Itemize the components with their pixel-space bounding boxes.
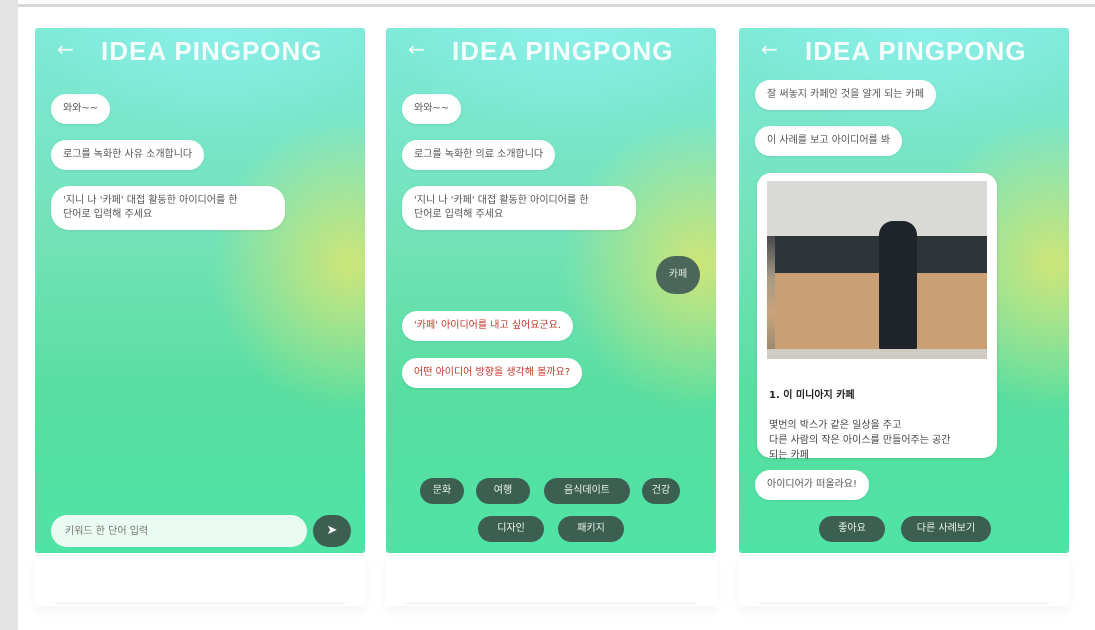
card-body: 몇번의 박스가 같은 일상을 주고 다른 사람의 작은 아이스를 만들어주는 공… [769, 420, 951, 461]
phone-shadow-2 [386, 555, 716, 606]
phone-screen-2: ← IDEA PINGPONG 와와~~ 로그를 녹화한 의료 소개합니다 '지… [386, 28, 716, 553]
case-card[interactable]: 1. 이 미니아지 카페 몇번의 박스가 같은 일상을 주고 다른 사람의 작은… [757, 173, 997, 461]
option-chip[interactable]: 여행 [476, 478, 530, 504]
screenshot-frame: ← IDEA PINGPONG 와와~~ 로그를 녹화한 사유 소개합니다 '지… [0, 0, 1095, 630]
app-title: IDEA PINGPONG [452, 36, 674, 66]
app-title: IDEA PINGPONG [805, 36, 1027, 66]
like-button[interactable]: 좋아요 [819, 516, 885, 542]
back-arrow-icon[interactable]: ← [408, 38, 428, 60]
option-chip[interactable]: 음식데이트 [544, 478, 630, 504]
app-title: IDEA PINGPONG [101, 36, 323, 66]
app-header: ← IDEA PINGPONG [386, 28, 716, 74]
bot-message: 아이디어가 떠올라요! [755, 470, 869, 500]
other-case-button[interactable]: 다른 사례보기 [901, 516, 991, 542]
app-header: ← IDEA PINGPONG [35, 28, 365, 74]
phone-shadow-3 [739, 555, 1069, 606]
left-border [0, 0, 18, 630]
bot-message: 로그를 녹화한 사유 소개합니다 [51, 140, 205, 170]
app-header: ← IDEA PINGPONG [739, 28, 1069, 74]
bot-message: 어떤 아이디어 방향을 생각해 볼까요? [402, 358, 583, 388]
bottom-divider [759, 603, 1049, 604]
send-icon: ➤ [326, 523, 338, 538]
bot-message: '지니 나 '카페' 대접 활동한 아이디어를 한 단어로 입력해 주세요 [402, 186, 636, 230]
bot-message: 와와~~ [51, 94, 111, 124]
top-divider [18, 4, 1095, 7]
option-chip[interactable]: 디자인 [478, 516, 544, 542]
bot-message: 로그를 녹화한 의료 소개합니다 [402, 140, 556, 170]
phone-screen-3: ← IDEA PINGPONG 잘 써놓지 카페인 것을 알게 되는 카페 이 … [739, 28, 1069, 553]
user-reply-bubble: 카페 [656, 256, 700, 294]
card-title: 1. 이 미니아지 카페 [769, 390, 855, 401]
option-chip[interactable]: 문화 [420, 478, 464, 504]
back-arrow-icon[interactable]: ← [761, 38, 781, 60]
phone-screen-1: ← IDEA PINGPONG 와와~~ 로그를 녹화한 사유 소개합니다 '지… [35, 28, 365, 553]
option-chip[interactable]: 건강 [642, 478, 680, 504]
bot-message: '카페' 아이디어를 내고 싶어요군요. [402, 311, 574, 341]
bot-message: 잘 써놓지 카페인 것을 알게 되는 카페 [755, 80, 937, 110]
cafe-photo [767, 181, 987, 359]
bottom-divider [55, 603, 345, 604]
keyword-input[interactable] [51, 515, 307, 547]
phone-shadow-1 [35, 555, 365, 606]
back-arrow-icon[interactable]: ← [57, 38, 77, 60]
bottom-divider [406, 603, 696, 604]
bot-message: 와와~~ [402, 94, 462, 124]
card-text: 1. 이 미니아지 카페 몇번의 박스가 같은 일상을 주고 다른 사람의 작은… [769, 373, 985, 478]
bot-message: 이 사례를 보고 아이디어를 봐 [755, 126, 903, 156]
bot-message: '지니 나 '카페' 대접 활동한 아이디어를 한 단어로 입력해 주세요 [51, 186, 285, 230]
option-chip[interactable]: 패키지 [558, 516, 624, 542]
send-button[interactable]: ➤ [313, 515, 351, 547]
